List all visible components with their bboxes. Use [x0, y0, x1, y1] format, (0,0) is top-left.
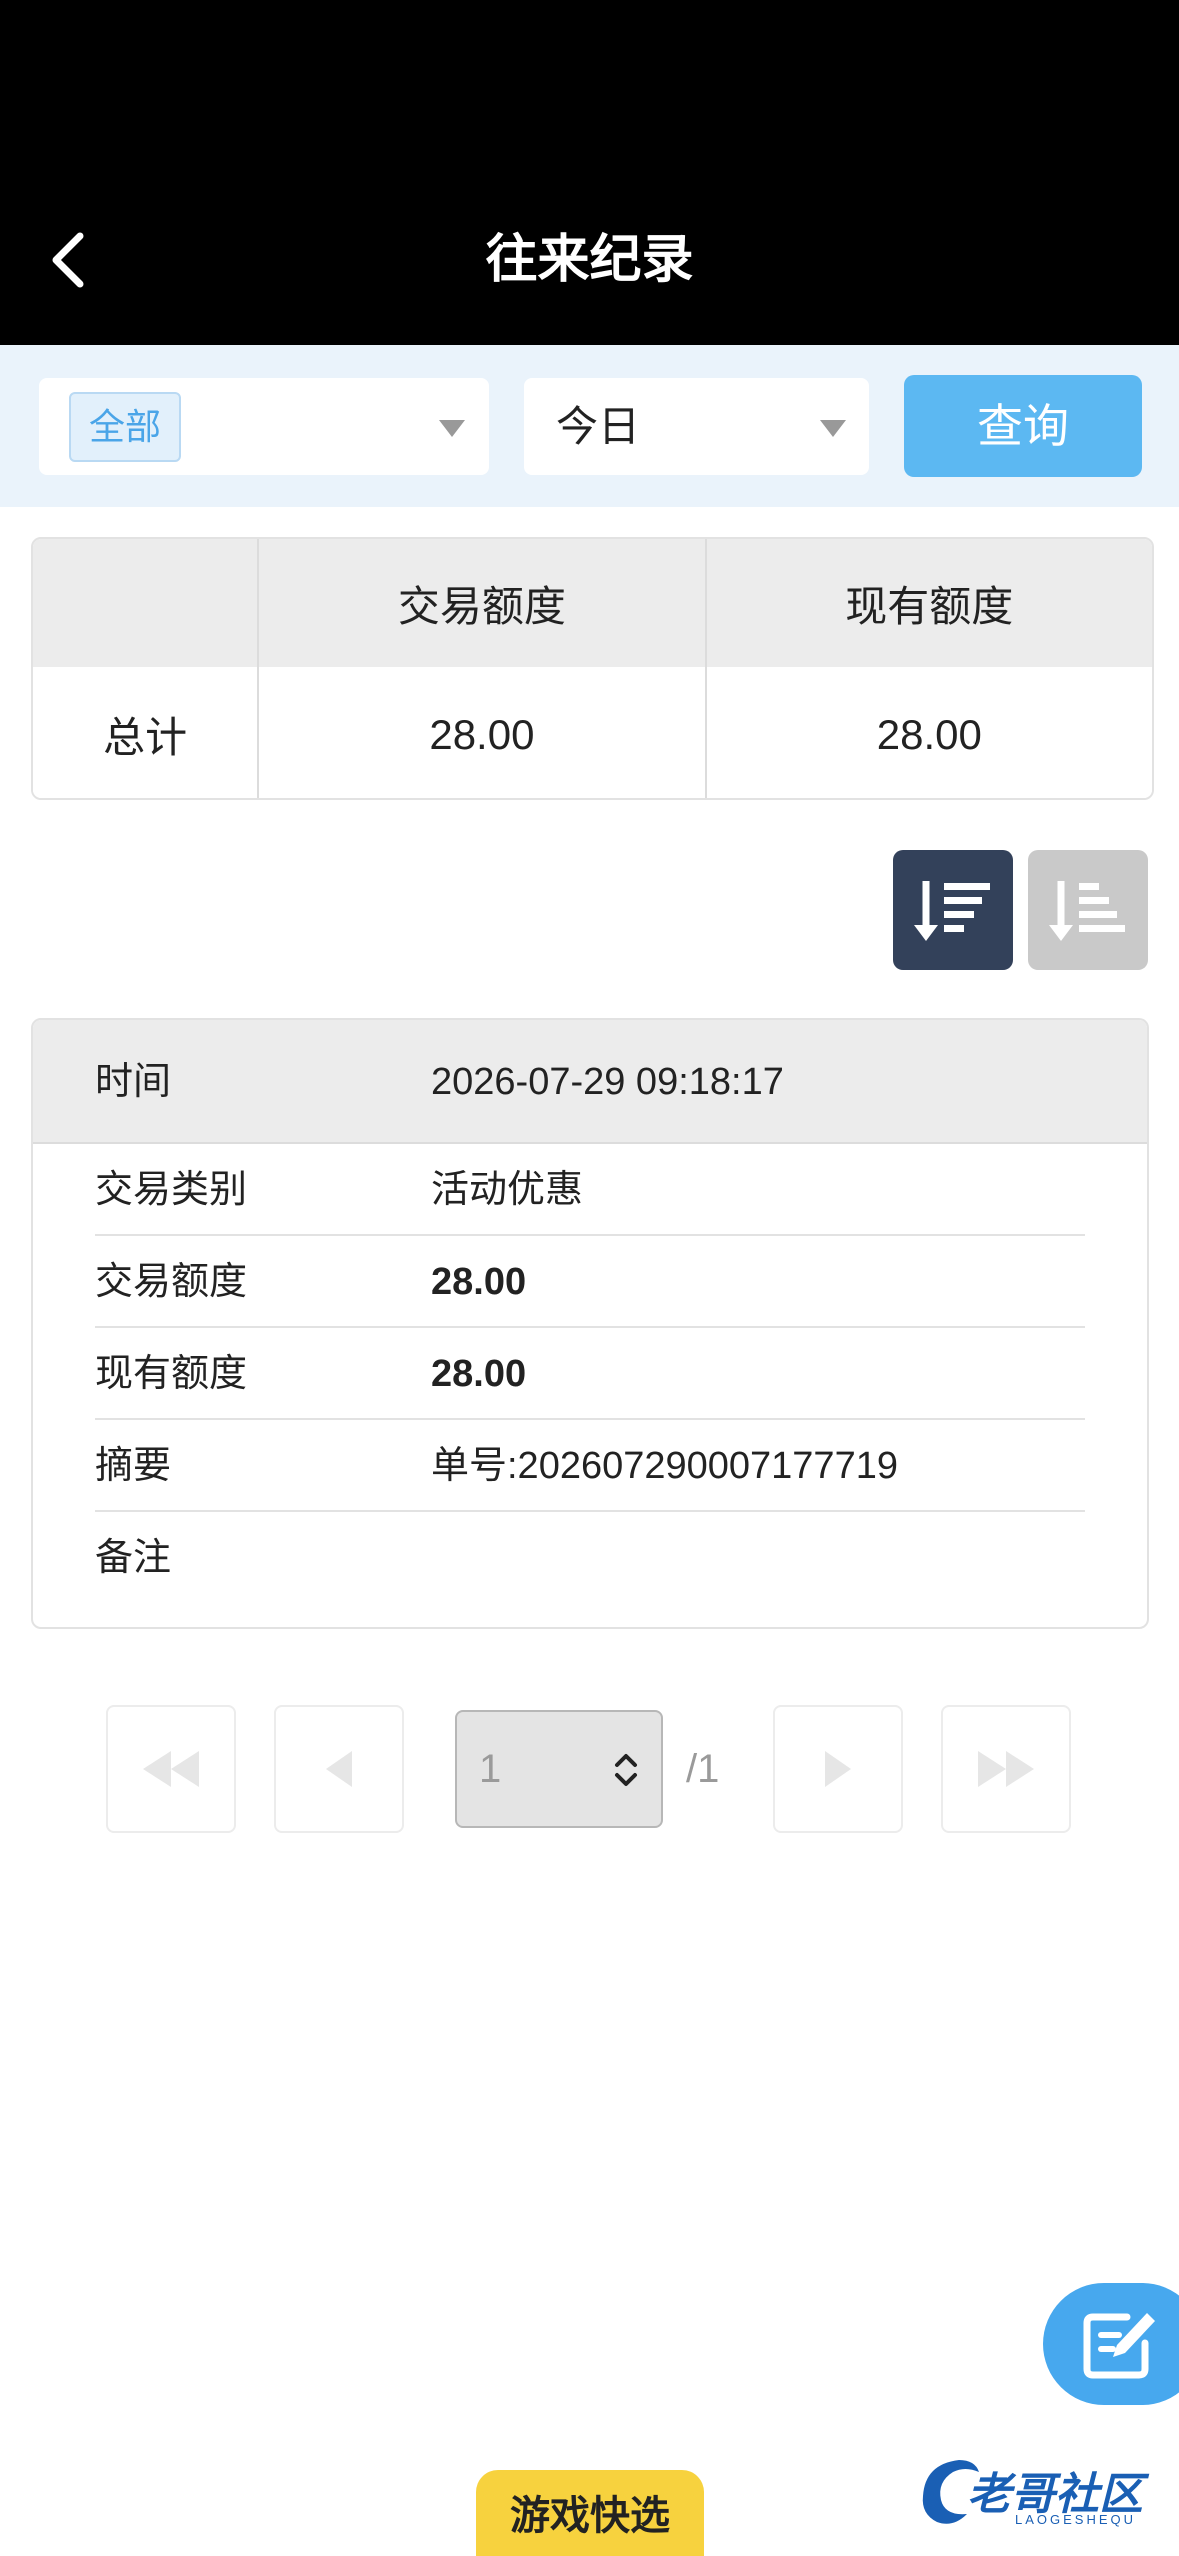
summary-header-row: 交易额度 现有额度	[33, 539, 1152, 667]
record-row-note: 备注	[33, 1512, 1147, 1604]
summary-header-trade: 交易额度	[259, 539, 707, 667]
record-row-trade-amount: 交易额度 28.00	[33, 1236, 1147, 1328]
summary-header-current: 现有额度	[845, 582, 1014, 630]
record-label: 交易额度	[95, 1261, 248, 1303]
record-time-value: 2026-07-29 09:18:17	[431, 1061, 784, 1103]
prev-page-button[interactable]	[274, 1705, 404, 1833]
app-header: 往来纪录	[0, 0, 1179, 345]
caret-down-icon	[820, 420, 846, 437]
double-arrow-right-icon	[978, 1751, 1034, 1787]
summary-current-amount: 28.00	[876, 710, 982, 758]
query-button[interactable]: 查询	[904, 375, 1142, 477]
type-tag[interactable]: 全部	[69, 392, 182, 462]
double-arrow-left-icon	[143, 1751, 199, 1787]
record-label: 现有额度	[95, 1353, 248, 1395]
record-value: 单号:202607290007177719	[431, 1445, 898, 1487]
record-time-label: 时间	[95, 1061, 172, 1103]
record-label: 交易类别	[95, 1169, 248, 1211]
summary-table: 交易额度 现有额度 总计 28.00 28.00	[31, 537, 1154, 800]
summary-total-label: 总计	[33, 667, 260, 798]
date-select[interactable]: 今日	[524, 378, 869, 475]
record-time-row: 时间 2026-07-29 09:18:17	[33, 1020, 1147, 1144]
date-select-value: 今日	[556, 403, 641, 450]
record-value: 28.00	[431, 1353, 527, 1395]
summary-trade-amount: 28.00	[259, 667, 707, 798]
page-title: 往来纪录	[485, 231, 694, 289]
sort-descending-button[interactable]	[893, 850, 1013, 970]
record-row-type: 交易类别 活动优惠	[33, 1144, 1147, 1236]
sort-descending-icon	[914, 881, 990, 941]
record-label: 备注	[95, 1537, 172, 1579]
edit-icon	[1083, 2313, 1155, 2379]
stepper-arrows-icon[interactable]	[613, 1750, 639, 1790]
record-card: 时间 2026-07-29 09:18:17 交易类别 活动优惠 交易额度 28…	[31, 1018, 1149, 1629]
next-page-button[interactable]	[773, 1705, 903, 1833]
record-value: 活动优惠	[431, 1169, 584, 1211]
record-row-summary: 摘要 单号:202607290007177719	[33, 1420, 1147, 1512]
watermark-subtext: LAOGESHEQU	[1015, 2512, 1137, 2527]
summary-total-row: 总计 28.00 28.00	[33, 667, 1152, 798]
record-value: 28.00	[431, 1261, 527, 1303]
page-number-stepper[interactable]: 1	[455, 1710, 663, 1828]
caret-down-icon	[439, 420, 465, 437]
page-total: /1	[686, 1747, 720, 1791]
type-select[interactable]: 全部	[39, 378, 489, 475]
game-quick-select-button[interactable]: 游戏快选	[476, 2470, 704, 2556]
page-number-value: 1	[479, 1747, 502, 1791]
sort-ascending-button[interactable]	[1028, 850, 1148, 970]
watermark-logo: 老哥社区 LAOGESHEQU	[915, 2448, 1165, 2538]
summary-header-blank	[33, 539, 260, 667]
record-label: 摘要	[95, 1445, 172, 1487]
sort-ascending-icon	[1049, 881, 1125, 941]
floating-edit-button[interactable]	[1043, 2283, 1179, 2405]
arrow-right-icon	[825, 1751, 851, 1787]
first-page-button[interactable]	[106, 1705, 236, 1833]
arrow-left-icon	[326, 1751, 352, 1787]
last-page-button[interactable]	[941, 1705, 1071, 1833]
record-row-current-amount: 现有额度 28.00	[33, 1328, 1147, 1420]
